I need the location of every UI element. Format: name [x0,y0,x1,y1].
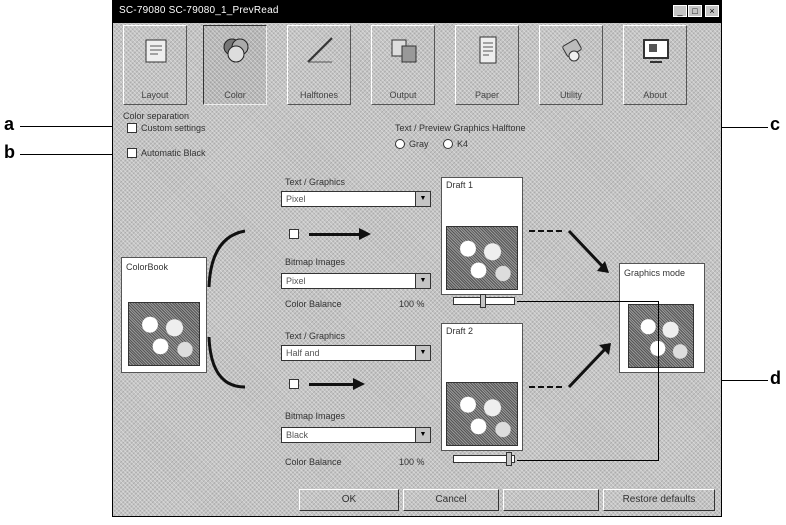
tool-layout[interactable]: Layout [123,25,187,105]
restore-defaults-button[interactable]: Restore defaults [603,489,715,511]
upper-text-label: Text / Graphics [285,177,346,187]
tool-label: Halftones [299,90,339,100]
utility-icon [562,39,582,62]
chevron-down-icon: ▼ [415,274,430,288]
maximize-button[interactable]: □ [688,5,702,17]
layout-icon [145,39,167,63]
title-bar: SC-79080 SC-79080_1_PrevRead _ □ × [113,1,721,23]
halftones-icon [307,37,333,63]
upper-image-label: Bitmap Images [285,257,346,267]
upper-text-value: Pixel [286,194,306,204]
original-color-label: ColorBook [126,262,169,272]
tool-label: Output [389,90,417,100]
tool-halftones[interactable]: Halftones [287,25,351,105]
upper-balance-label: Color Balance [285,299,342,309]
tool-color[interactable]: Color [203,25,267,105]
slider-handle[interactable] [480,294,486,308]
arrow-right-icon [359,228,371,240]
upper-image-combo[interactable]: Pixel ▼ [281,273,431,289]
lower-text-value: Half and [286,348,320,358]
original-image [128,302,200,366]
lower-image-combo[interactable]: Black ▼ [281,427,431,443]
automatic-black-label: Automatic Black [141,148,206,158]
minimize-button[interactable]: _ [673,5,687,17]
tool-label: About [643,90,667,100]
tool-label: Layout [141,90,169,100]
k4-radio[interactable] [443,139,453,149]
lower-balance-label: Color Balance [285,457,342,467]
group-label: Color separation [123,111,190,121]
upper-enable-checkbox[interactable] [289,229,299,239]
output-icon [391,39,417,63]
window-title: SC-79080 SC-79080_1_PrevRead [119,5,279,16]
callout-b: b [4,142,15,162]
lower-enable-checkbox[interactable] [289,379,299,389]
printer-properties-window: SC-79080 SC-79080_1_PrevRead _ □ × Layou… [112,0,722,517]
custom-settings-label: Custom settings [141,123,206,133]
color-icon [223,38,249,63]
lower-text-combo[interactable]: Half and ▼ [281,345,431,361]
gray-radio[interactable] [395,139,405,149]
draft2-title: Draft 2 [446,326,474,336]
lower-image-label: Bitmap Images [285,411,346,421]
callout-c: c [770,114,781,134]
draft2-image [446,382,518,446]
lower-balance-value: 100 % [399,457,425,467]
callout-a-line [20,126,124,127]
automatic-black-checkbox[interactable] [127,148,137,158]
draft1-image [446,226,518,290]
tool-label: Paper [474,90,500,100]
close-button[interactable]: × [705,5,719,17]
tool-utility[interactable]: Utility [539,25,603,105]
callout-a: a [4,114,15,134]
chevron-down-icon: ▼ [415,192,430,206]
ok-button[interactable]: OK [299,489,399,511]
split-curve-icon [207,229,246,389]
gray-radio-label: Gray [409,139,429,149]
arrow-right-icon [353,378,365,390]
toolbar: Layout Color Halftones Output Paper Util… [123,25,709,105]
lower-balance-slider[interactable] [453,452,515,466]
upper-balance-value: 100 % [399,299,425,309]
tool-label: Utility [560,90,582,100]
slider-callout-bracket [517,301,659,461]
tool-about[interactable]: About [623,25,687,105]
upper-balance-slider[interactable] [453,294,515,308]
slider-handle[interactable] [506,452,512,466]
upper-image-value: Pixel [286,276,306,286]
tool-label: Color [224,90,246,100]
callout-b-line [20,154,124,155]
apply-button[interactable] [503,489,599,511]
lower-text-label: Text / Graphics [285,331,346,341]
arrow-line [309,233,359,236]
cancel-button[interactable]: Cancel [403,489,499,511]
draft2-preview: Draft 2 [441,323,523,451]
tool-paper[interactable]: Paper [455,25,519,105]
arrow-line [309,383,353,386]
upper-text-combo[interactable]: Pixel ▼ [281,191,431,207]
chevron-down-icon: ▼ [415,428,430,442]
draft1-title: Draft 1 [446,180,474,190]
draft1-preview: Draft 1 [441,177,523,295]
custom-settings-checkbox[interactable] [127,123,137,133]
paper-icon [479,36,497,64]
lower-image-value: Black [286,430,309,440]
original-preview: ColorBook [121,257,207,373]
tool-output[interactable]: Output [371,25,435,105]
callout-d: d [770,368,781,388]
about-icon [643,39,669,63]
graphics-mode-title: Graphics mode [624,268,686,278]
chevron-down-icon: ▼ [415,346,430,360]
gray-group-label: Text / Preview Graphics Halftone [395,123,526,133]
k4-radio-label: K4 [457,139,469,149]
